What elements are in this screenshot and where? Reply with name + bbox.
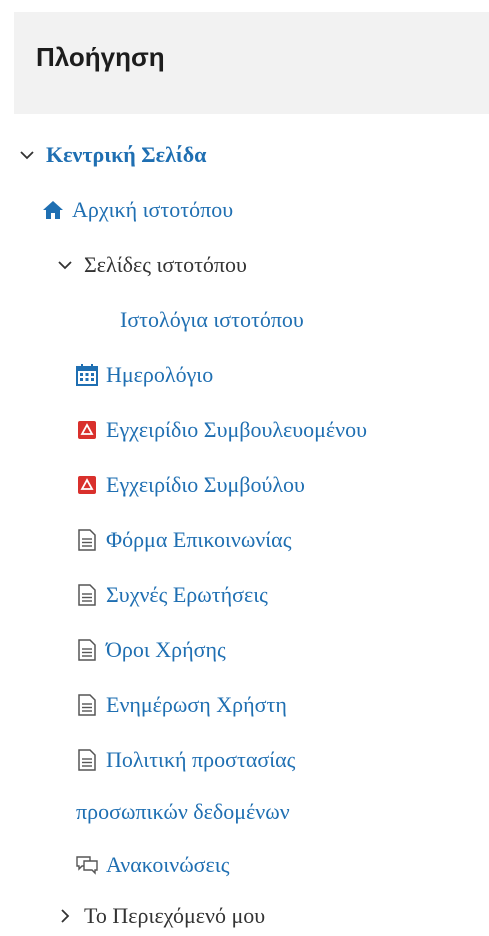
nav-item-contact-form[interactable]: Φόρμα Επικοινωνίας — [76, 520, 291, 560]
pdf-file-icon — [76, 474, 98, 496]
nav-item-label: Εγχειρίδιο Συμβουλευομένου — [106, 417, 368, 442]
nav-item-terms[interactable]: Όροι Χρήσης — [76, 630, 226, 670]
calendar-icon — [76, 364, 98, 386]
pdf-file-icon — [76, 419, 98, 441]
navigation-tree: Κεντρική Σελίδα Αρχική ιστοτόπου Σελίδες… — [0, 0, 489, 931]
nav-item-privacy-policy-continued[interactable]: προσωπικών δεδομένων — [76, 792, 290, 832]
chevron-down-icon[interactable] — [18, 146, 36, 164]
chevron-down-icon[interactable] — [56, 256, 74, 274]
nav-item-manual-mentee[interactable]: Εγχειρίδιο Συμβουλευομένου — [76, 410, 367, 450]
nav-item-label: Ημερολόγιο — [106, 362, 214, 387]
nav-item-label: Εγχειρίδιο Συμβούλου — [106, 472, 305, 497]
page-icon — [76, 584, 98, 606]
nav-item-my-content[interactable]: Το Περιεχόμενό μου — [56, 896, 265, 936]
nav-item-label: Όροι Χρήσης — [106, 637, 226, 662]
nav-item-calendar[interactable]: Ημερολόγιο — [76, 355, 213, 395]
page-icon — [76, 529, 98, 551]
nav-item-label: Αρχική ιστοτόπου — [72, 197, 234, 222]
chevron-right-icon[interactable] — [56, 907, 74, 925]
nav-item-site-home[interactable]: Αρχική ιστοτόπου — [42, 190, 233, 230]
nav-item-announcements[interactable]: Ανακοινώσεις — [76, 845, 229, 885]
nav-item-site-pages[interactable]: Σελίδες ιστοτόπου — [56, 245, 247, 285]
page-icon — [76, 639, 98, 661]
nav-item-label: Φόρμα Επικοινωνίας — [106, 527, 292, 552]
nav-root-item[interactable]: Κεντρική Σελίδα — [18, 135, 206, 175]
nav-item-site-blogs[interactable]: Ιστολόγια ιστοτόπου — [120, 300, 304, 340]
nav-item-label: Συχνές Ερωτήσεις — [106, 582, 268, 607]
home-icon — [42, 199, 64, 221]
speech-bubbles-icon — [76, 854, 98, 876]
page-icon — [76, 694, 98, 716]
nav-item-label: Το Περιεχόμενό μου — [84, 903, 266, 928]
nav-item-user-update[interactable]: Ενημέρωση Χρήστη — [76, 685, 287, 725]
nav-item-label: προσωπικών δεδομένων — [76, 799, 290, 824]
nav-item-privacy-policy[interactable]: Πολιτική προστασίας — [76, 740, 295, 780]
nav-item-label: Πολιτική προστασίας — [106, 747, 296, 772]
nav-item-manual-mentor[interactable]: Εγχειρίδιο Συμβούλου — [76, 465, 305, 505]
page-icon — [76, 749, 98, 771]
nav-item-label: Ανακοινώσεις — [106, 852, 230, 877]
nav-item-faq[interactable]: Συχνές Ερωτήσεις — [76, 575, 268, 615]
nav-item-label: Σελίδες ιστοτόπου — [84, 252, 247, 277]
nav-root-label: Κεντρική Σελίδα — [46, 142, 207, 167]
nav-item-label: Ιστολόγια ιστοτόπου — [120, 307, 304, 332]
nav-item-label: Ενημέρωση Χρήστη — [106, 692, 287, 717]
